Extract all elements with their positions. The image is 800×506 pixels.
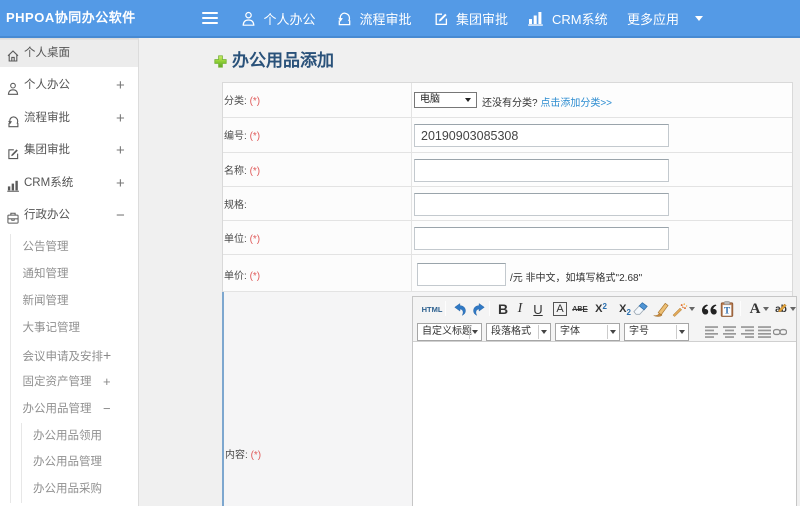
svg-text:T: T — [724, 306, 731, 316]
